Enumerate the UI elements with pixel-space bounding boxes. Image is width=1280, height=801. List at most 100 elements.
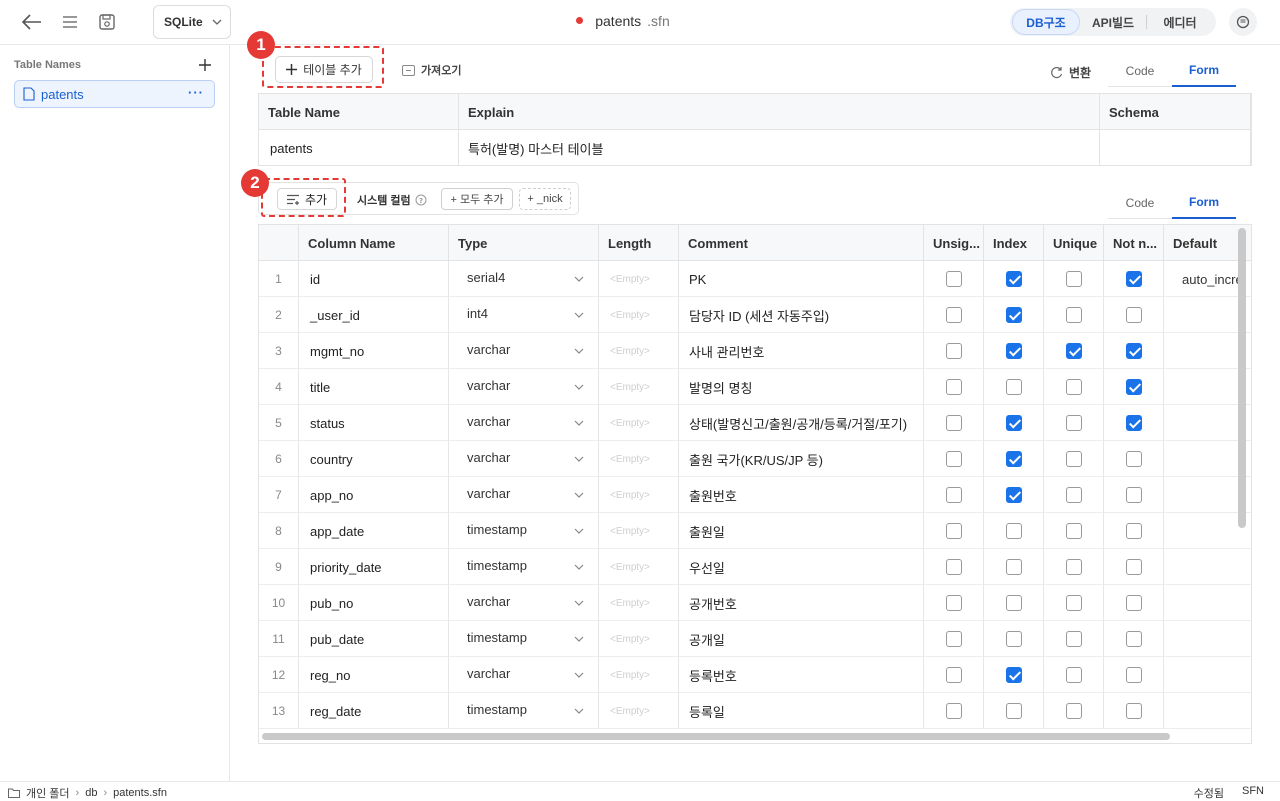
checkbox[interactable] <box>945 307 962 323</box>
comment-cell[interactable]: 공개일 <box>679 621 924 657</box>
comment-cell[interactable]: 출원번호 <box>679 477 924 513</box>
checkbox[interactable] <box>1005 271 1022 287</box>
column-name-cell[interactable]: app_no <box>299 477 449 513</box>
checkbox[interactable] <box>1005 487 1022 503</box>
table-schema-cell[interactable] <box>1100 130 1251 166</box>
checkbox[interactable] <box>1065 667 1082 683</box>
comment-cell[interactable]: 공개번호 <box>679 585 924 621</box>
checkbox[interactable] <box>1065 487 1082 503</box>
checkbox[interactable] <box>945 631 962 647</box>
checkbox[interactable] <box>1125 559 1142 575</box>
checkbox[interactable] <box>1125 595 1142 611</box>
checkbox[interactable] <box>1005 415 1022 431</box>
checkbox[interactable] <box>945 595 962 611</box>
tab-form[interactable]: Form <box>1172 55 1236 87</box>
checkbox[interactable] <box>1125 487 1142 503</box>
checkbox[interactable] <box>1125 343 1142 359</box>
breadcrumb-item[interactable]: 개인 폴더 <box>26 785 70 801</box>
column-name-cell[interactable]: status <box>299 405 449 441</box>
plus-icon[interactable] <box>199 55 211 76</box>
length-cell[interactable]: <Empty> <box>599 549 679 585</box>
add-table-button[interactable]: 테이블 추가 <box>275 56 373 83</box>
checkbox[interactable] <box>1005 343 1022 359</box>
comment-cell[interactable]: PK <box>679 261 924 297</box>
sidebar-item-patents[interactable]: patents ··· <box>14 80 215 108</box>
default-cell[interactable] <box>1164 657 1251 693</box>
checkbox[interactable] <box>1065 559 1082 575</box>
checkbox[interactable] <box>1125 271 1142 287</box>
tab-editor[interactable]: 에디터 <box>1147 9 1213 35</box>
type-select[interactable]: serial4 <box>449 261 599 297</box>
column-name-cell[interactable]: reg_no <box>299 657 449 693</box>
checkbox[interactable] <box>1065 451 1082 467</box>
checkbox[interactable] <box>1125 307 1142 323</box>
comment-cell[interactable]: 담당자 ID (세션 자동주입) <box>679 297 924 333</box>
length-cell[interactable]: <Empty> <box>599 657 679 693</box>
column-name-cell[interactable]: reg_date <box>299 693 449 729</box>
length-cell[interactable]: <Empty> <box>599 261 679 297</box>
checkbox[interactable] <box>1065 631 1082 647</box>
horizontal-scrollbar[interactable] <box>262 733 1170 740</box>
checkbox[interactable] <box>945 703 962 719</box>
convert-button[interactable]: 변환 <box>1050 64 1091 81</box>
type-select[interactable]: timestamp <box>449 549 599 585</box>
tab-code[interactable]: Code <box>1108 187 1172 219</box>
checkbox[interactable] <box>1125 667 1142 683</box>
type-select[interactable]: varchar <box>449 477 599 513</box>
more-icon[interactable]: ··· <box>188 85 204 100</box>
column-name-cell[interactable]: pub_date <box>299 621 449 657</box>
length-cell[interactable]: <Empty> <box>599 621 679 657</box>
checkbox[interactable] <box>1065 415 1082 431</box>
checkbox[interactable] <box>1065 271 1082 287</box>
checkbox[interactable] <box>945 487 962 503</box>
checkbox[interactable] <box>1005 379 1022 395</box>
checkbox[interactable] <box>945 379 962 395</box>
type-select[interactable]: timestamp <box>449 513 599 549</box>
column-name-cell[interactable]: app_date <box>299 513 449 549</box>
type-select[interactable]: timestamp <box>449 621 599 657</box>
checkbox[interactable] <box>1125 451 1142 467</box>
checkbox[interactable] <box>1005 523 1022 539</box>
type-select[interactable]: varchar <box>449 657 599 693</box>
checkbox[interactable] <box>1005 595 1022 611</box>
column-name-cell[interactable]: country <box>299 441 449 477</box>
checkbox[interactable] <box>1065 343 1082 359</box>
comment-cell[interactable]: 상태(발명신고/출원/공개/등록/거절/포기) <box>679 405 924 441</box>
checkbox[interactable] <box>945 667 962 683</box>
import-button[interactable]: 가져오기 <box>402 62 461 78</box>
length-cell[interactable]: <Empty> <box>599 585 679 621</box>
checkbox[interactable] <box>1125 703 1142 719</box>
column-name-cell[interactable]: mgmt_no <box>299 333 449 369</box>
type-select[interactable]: varchar <box>449 585 599 621</box>
length-cell[interactable]: <Empty> <box>599 477 679 513</box>
tab-code[interactable]: Code <box>1108 55 1172 87</box>
checkbox[interactable] <box>1065 703 1082 719</box>
table-explain-cell[interactable]: 특허(발명) 마스터 테이블 <box>459 130 1100 166</box>
checkbox[interactable] <box>1005 703 1022 719</box>
tab-db-structure[interactable]: DB구조 <box>1012 9 1080 35</box>
length-cell[interactable]: <Empty> <box>599 297 679 333</box>
checkbox[interactable] <box>1125 631 1142 647</box>
length-cell[interactable]: <Empty> <box>599 693 679 729</box>
table-name-cell[interactable]: patents <box>259 130 459 166</box>
checkbox[interactable] <box>945 451 962 467</box>
checkbox[interactable] <box>1005 667 1022 683</box>
checkbox[interactable] <box>1005 631 1022 647</box>
checkbox[interactable] <box>1125 379 1142 395</box>
type-select[interactable]: int4 <box>449 297 599 333</box>
checkbox[interactable] <box>1005 307 1022 323</box>
vertical-scrollbar[interactable] <box>1238 228 1246 528</box>
breadcrumb-item[interactable]: patents.sfn <box>113 787 167 799</box>
help-icon[interactable]: ? <box>415 194 427 206</box>
length-cell[interactable]: <Empty> <box>599 441 679 477</box>
type-select[interactable]: varchar <box>449 405 599 441</box>
chat-icon[interactable] <box>1229 8 1257 36</box>
checkbox[interactable] <box>1125 415 1142 431</box>
comment-cell[interactable]: 우선일 <box>679 549 924 585</box>
comment-cell[interactable]: 출원 국가(KR/US/JP 등) <box>679 441 924 477</box>
default-cell[interactable] <box>1164 693 1251 729</box>
checkbox[interactable] <box>1005 451 1022 467</box>
add-nick-button[interactable]: + _nick <box>519 188 571 210</box>
length-cell[interactable]: <Empty> <box>599 369 679 405</box>
comment-cell[interactable]: 등록번호 <box>679 657 924 693</box>
